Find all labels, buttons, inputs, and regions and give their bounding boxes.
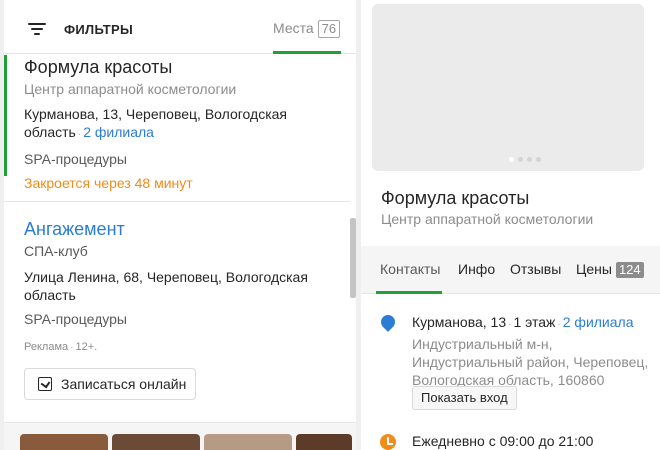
- book-online-label: Записаться онлайн: [61, 376, 187, 392]
- address-line: Курманова, 13 · 1 этаж · 2 филиала: [412, 313, 652, 334]
- location-pin-icon: [378, 312, 398, 332]
- pagination-dot[interactable]: [509, 157, 514, 162]
- result-rubric[interactable]: SPA-процедуры: [24, 150, 344, 168]
- book-online-button[interactable]: Записаться онлайн: [24, 368, 196, 400]
- place-detail-panel: Формула красоты Центр аппаратной космето…: [361, 0, 660, 450]
- result-title[interactable]: Формула красоты: [24, 56, 344, 78]
- working-hours: Ежедневно с 09:00 до 21:00: [412, 433, 594, 449]
- address-block: Курманова, 13 · 1 этаж · 2 филиала Индустриа…: [412, 313, 652, 389]
- prices-count-badge: 124: [615, 262, 644, 278]
- result-card-formula[interactable]: Формула красоты Центр аппаратной космето…: [4, 55, 350, 202]
- tab-reviews[interactable]: Отзывы: [510, 261, 561, 277]
- pagination-dot[interactable]: [518, 157, 523, 162]
- filters-label: ФИЛЬТРЫ: [64, 21, 134, 37]
- places-count-badge: 76: [317, 20, 341, 38]
- result-category: СПА-клуб: [24, 243, 88, 259]
- filters-button[interactable]: ФИЛЬТРЫ: [28, 18, 133, 40]
- app-window: ФИЛЬТРЫ Места 76 Формула красоты Центр а…: [0, 0, 660, 450]
- pagination-dot[interactable]: [536, 157, 541, 162]
- tab-contacts[interactable]: Контакты: [380, 261, 440, 277]
- working-status: Закроется через 48 минут: [24, 175, 193, 191]
- results-panel: ФИЛЬТРЫ Места 76 Формула красоты Центр а…: [4, 0, 356, 450]
- result-category: Центр аппаратной косметологии: [24, 81, 237, 97]
- photo-thumbnail[interactable]: [112, 434, 200, 450]
- scrollbar-thumb[interactable]: [350, 218, 356, 298]
- result-title[interactable]: Ангажемент: [24, 218, 324, 240]
- results-header: ФИЛЬТРЫ Места 76: [4, 0, 356, 54]
- booking-icon: [38, 377, 52, 391]
- place-title: Формула красоты: [381, 188, 530, 208]
- places-tab-underline: [273, 51, 341, 54]
- result-card-angazhement[interactable]: Ангажемент СПА-клуб Улица Ленина, 68, Че…: [4, 203, 350, 421]
- address-street: Курманова, 13: [412, 314, 507, 330]
- branches-link[interactable]: 2 филиала: [83, 124, 154, 140]
- pagination-dot[interactable]: [527, 157, 532, 162]
- address-floor: 1 этаж: [513, 314, 556, 330]
- place-photo[interactable]: [372, 4, 644, 171]
- active-indicator: [4, 55, 7, 176]
- tab-info[interactable]: Инфо: [458, 261, 495, 277]
- photo-thumbnail[interactable]: [296, 434, 352, 450]
- ad-label: Реклама: [24, 341, 69, 353]
- active-tab-underline: [376, 291, 442, 294]
- address-details: Индустриальный м-н, Индустриальный район…: [412, 336, 649, 388]
- tab-prices-label: Цены: [576, 261, 612, 277]
- detail-tabs: Контакты Инфо Отзывы Цены 124: [361, 246, 660, 294]
- show-entrance-button[interactable]: Показать вход: [412, 386, 517, 410]
- clock-icon: [380, 434, 396, 450]
- photo-strip: [4, 422, 356, 450]
- photo-thumbnail[interactable]: [20, 434, 108, 450]
- age-label: 12+.: [75, 341, 98, 353]
- photo-thumbnail[interactable]: [204, 434, 292, 450]
- tab-places[interactable]: Места 76: [273, 18, 341, 54]
- result-address: Курманова, 13, Череповец, Вологодская об…: [24, 105, 344, 144]
- places-label: Места: [273, 20, 314, 36]
- tab-prices[interactable]: Цены 124: [576, 261, 644, 278]
- result-address: Улица Ленина, 68, Череповец, Вологодская…: [24, 269, 308, 303]
- result-address-text: Курманова, 13, Череповец, Вологодская об…: [24, 106, 288, 140]
- filter-icon: [28, 22, 46, 36]
- separator-dot: ·: [557, 319, 561, 330]
- place-category: Центр аппаратной косметологии: [381, 211, 594, 227]
- photo-pagination: [509, 157, 545, 162]
- result-rubric[interactable]: SPA-процедуры: [24, 310, 324, 328]
- branches-link[interactable]: 2 филиала: [563, 314, 634, 330]
- ad-label-row: Реклама · 12+.: [24, 341, 324, 353]
